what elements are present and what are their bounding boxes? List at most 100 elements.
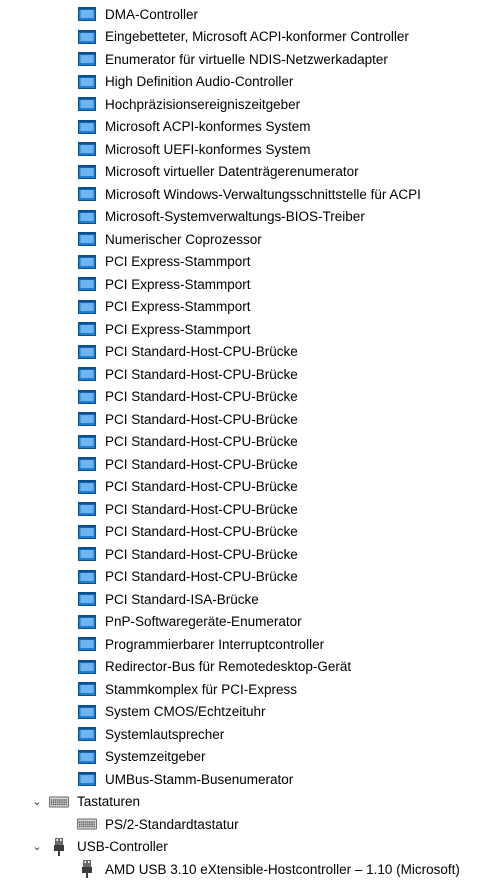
- tree-item[interactable]: PCI Standard-Host-CPU-Brücke: [0, 498, 484, 521]
- tree-item[interactable]: PCI Standard-Host-CPU-Brücke: [0, 386, 484, 409]
- tree-item-label: Systemlautsprecher: [105, 726, 225, 742]
- system-device-icon: [77, 321, 97, 337]
- tree-item-label: PCI Standard-Host-CPU-Brücke: [105, 456, 298, 472]
- tree-item-label: Microsoft virtueller Datenträgerenumerat…: [105, 164, 359, 179]
- tree-item[interactable]: Systemzeitgeber: [0, 746, 484, 769]
- tree-item[interactable]: Microsoft-Systemverwaltungs-BIOS-Treiber: [0, 206, 484, 229]
- tree-item-label: Microsoft ACPI-konformes System: [105, 119, 311, 134]
- system-device-icon: [77, 209, 97, 225]
- tree-item[interactable]: PCI Standard-Host-CPU-Brücke: [0, 543, 484, 566]
- tree-item-label: USB-Controller: [77, 839, 168, 854]
- system-device-icon: [77, 771, 97, 787]
- tree-item[interactable]: PCI Express-Stammport: [0, 296, 484, 319]
- tree-item-label: PCI Standard-Host-CPU-Brücke: [105, 389, 298, 404]
- tree-item-label: Microsoft-Systemverwaltungs-BIOS-Treiber: [105, 209, 365, 224]
- system-device-icon: [77, 141, 97, 157]
- system-device-icon: [77, 186, 97, 202]
- system-device-icon: [77, 636, 97, 652]
- system-device-icon: [77, 726, 97, 742]
- system-device-icon: [77, 74, 97, 90]
- system-device-icon: [77, 569, 97, 585]
- tree-item[interactable]: UMBus-Stamm-Busenumerator: [0, 768, 484, 791]
- tree-item[interactable]: PCI Standard-Host-CPU-Brücke: [0, 408, 484, 431]
- tree-item[interactable]: PCI Standard-Host-CPU-Brücke: [0, 566, 484, 589]
- tree-item[interactable]: DMA-Controller: [0, 3, 484, 26]
- tree-item-label: Stammkomplex für PCI-Express: [105, 681, 298, 697]
- tree-item[interactable]: Redirector-Bus für Remotedesktop-Gerät: [0, 656, 484, 679]
- tree-item-label: UMBus-Stamm-Busenumerator: [105, 771, 294, 787]
- tree-item[interactable]: PCI Standard-Host-CPU-Brücke: [0, 521, 484, 544]
- system-device-icon: [77, 231, 97, 247]
- tree-item[interactable]: Programmierbarer Interruptcontroller: [0, 633, 484, 656]
- tree-item-label: PCI Standard-Host-CPU-Brücke: [105, 501, 298, 517]
- chevron-down-icon[interactable]: ⌄: [30, 840, 44, 854]
- tree-item[interactable]: Stammkomplex für PCI-Express: [0, 678, 484, 701]
- tree-item[interactable]: Systemlautsprecher: [0, 723, 484, 746]
- tree-item[interactable]: Hochpräzisionsereigniszeitgeber: [0, 93, 484, 116]
- system-device-icon: [77, 96, 97, 112]
- tree-item-label: PCI Express-Stammport: [105, 321, 251, 337]
- system-device-icon: [77, 366, 97, 382]
- tree-item[interactable]: PCI Standard-ISA-Brücke: [0, 588, 484, 611]
- tree-item-label: PCI Standard-ISA-Brücke: [105, 591, 259, 607]
- system-device-icon: [77, 276, 97, 292]
- tree-item[interactable]: PCI Express-Stammport: [0, 251, 484, 274]
- tree-item-label: System CMOS/Echtzeituhr: [105, 704, 266, 719]
- system-device-icon: [77, 344, 97, 360]
- system-device-icon: [77, 749, 97, 765]
- tree-item[interactable]: Enumerator für virtuelle NDIS-Netzwerkad…: [0, 48, 484, 71]
- device-tree: DMA-Controller Eingebetteter, Microsoft A…: [0, 0, 484, 881]
- category-usb-controllers[interactable]: ⌄ USB-Controller: [0, 836, 484, 859]
- tree-item[interactable]: PCI Standard-Host-CPU-Brücke: [0, 341, 484, 364]
- chevron-down-icon[interactable]: ⌄: [30, 795, 44, 809]
- system-device-icon: [77, 546, 97, 562]
- system-device-icon: [77, 659, 97, 675]
- tree-item-label: Microsoft Windows-Verwaltungsschnittstel…: [105, 186, 421, 202]
- tree-item-label: PCI Standard-Host-CPU-Brücke: [105, 434, 298, 449]
- system-device-icon: [77, 704, 97, 720]
- tree-item[interactable]: PCI Standard-Host-CPU-Brücke: [0, 453, 484, 476]
- tree-item-label: PCI Standard-Host-CPU-Brücke: [105, 366, 298, 382]
- system-device-icon: [77, 434, 97, 450]
- system-device-icon: [77, 254, 97, 270]
- tree-item-label: PCI Standard-Host-CPU-Brücke: [105, 411, 298, 427]
- tree-item[interactable]: PS/2-Standardtastatur: [0, 813, 484, 836]
- tree-item[interactable]: System CMOS/Echtzeituhr: [0, 701, 484, 724]
- tree-item[interactable]: High Definition Audio-Controller: [0, 71, 484, 94]
- tree-item-label: PS/2-Standardtastatur: [105, 816, 239, 832]
- tree-item[interactable]: PCI Express-Stammport: [0, 273, 484, 296]
- system-device-icon: [77, 6, 97, 22]
- keyboard-icon: [49, 794, 69, 810]
- system-device-icon: [77, 681, 97, 697]
- tree-item[interactable]: Microsoft UEFI-konformes System: [0, 138, 484, 161]
- tree-item[interactable]: PCI Standard-Host-CPU-Brücke: [0, 476, 484, 499]
- tree-item-label: PCI Standard-Host-CPU-Brücke: [105, 344, 298, 359]
- tree-item-label: Tastaturen: [77, 794, 141, 809]
- tree-item[interactable]: PCI Standard-Host-CPU-Brücke: [0, 431, 484, 454]
- tree-item-label: Redirector-Bus für Remotedesktop-Gerät: [105, 659, 352, 674]
- tree-item[interactable]: AMD USB 3.10 eXtensible-Hostcontroller –…: [0, 858, 484, 881]
- tree-item[interactable]: PCI Express-Stammport: [0, 318, 484, 341]
- tree-item[interactable]: Microsoft Windows-Verwaltungsschnittstel…: [0, 183, 484, 206]
- tree-item[interactable]: Microsoft ACPI-konformes System: [0, 116, 484, 139]
- tree-item[interactable]: Numerischer Coprozessor: [0, 228, 484, 251]
- system-device-icon: [77, 119, 97, 135]
- category-keyboards[interactable]: ⌄ Tastaturen: [0, 791, 484, 814]
- tree-item-label: PCI Standard-Host-CPU-Brücke: [105, 546, 298, 562]
- tree-item-label: PCI Standard-Host-CPU-Brücke: [105, 569, 298, 584]
- tree-item-label: DMA-Controller: [105, 6, 199, 22]
- system-device-icon: [77, 501, 97, 517]
- tree-item-label: Numerischer Coprozessor: [105, 231, 262, 247]
- tree-item-label: PCI Express-Stammport: [105, 299, 251, 314]
- system-device-icon: [77, 164, 97, 180]
- usb-plug-icon: [49, 837, 69, 856]
- tree-item[interactable]: PCI Standard-Host-CPU-Brücke: [0, 363, 484, 386]
- tree-item-label: PCI Standard-Host-CPU-Brücke: [105, 524, 298, 539]
- tree-item-label: Enumerator für virtuelle NDIS-Netzwerkad…: [105, 51, 388, 67]
- system-device-icon: [77, 479, 97, 495]
- tree-item[interactable]: Microsoft virtueller Datenträgerenumerat…: [0, 161, 484, 184]
- tree-item[interactable]: PnP-Softwaregeräte-Enumerator: [0, 611, 484, 634]
- system-device-icon: [77, 524, 97, 540]
- tree-item-label: PCI Standard-Host-CPU-Brücke: [105, 479, 298, 494]
- tree-item[interactable]: Eingebetteter, Microsoft ACPI-konformer …: [0, 26, 484, 49]
